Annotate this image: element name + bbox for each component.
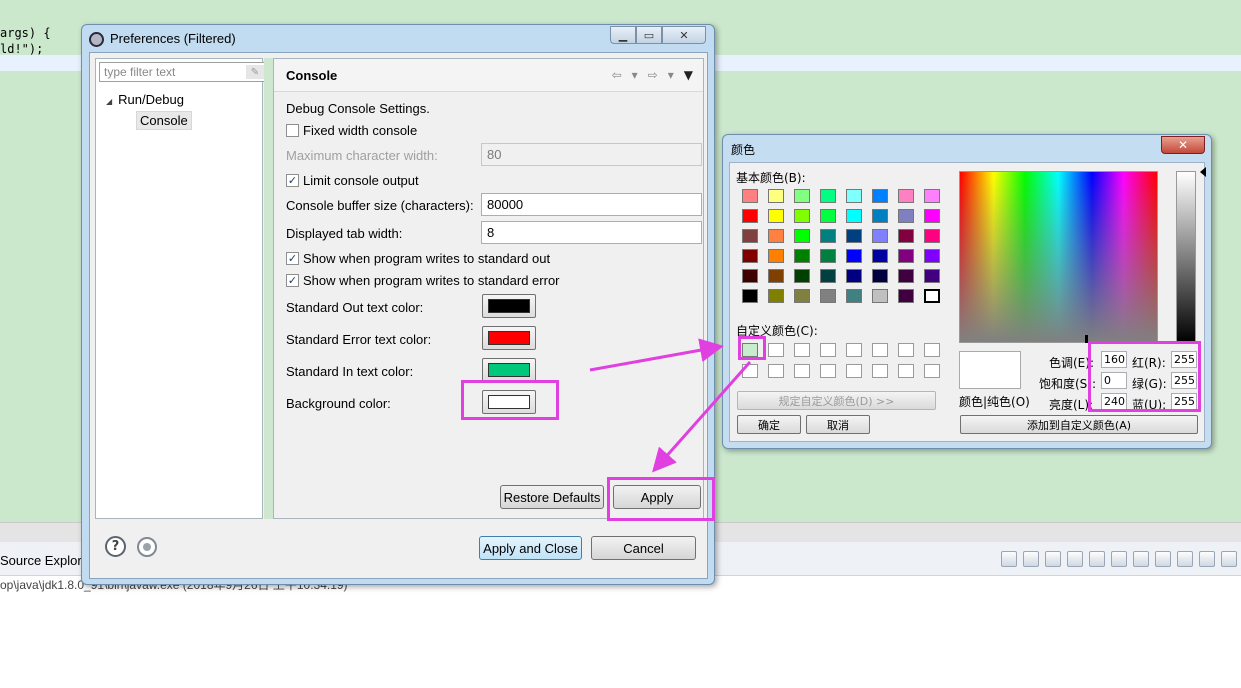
annotation-arrows — [589, 338, 752, 473]
arrow-to-apply — [652, 361, 752, 473]
arrow-to-custom-color — [589, 338, 724, 372]
